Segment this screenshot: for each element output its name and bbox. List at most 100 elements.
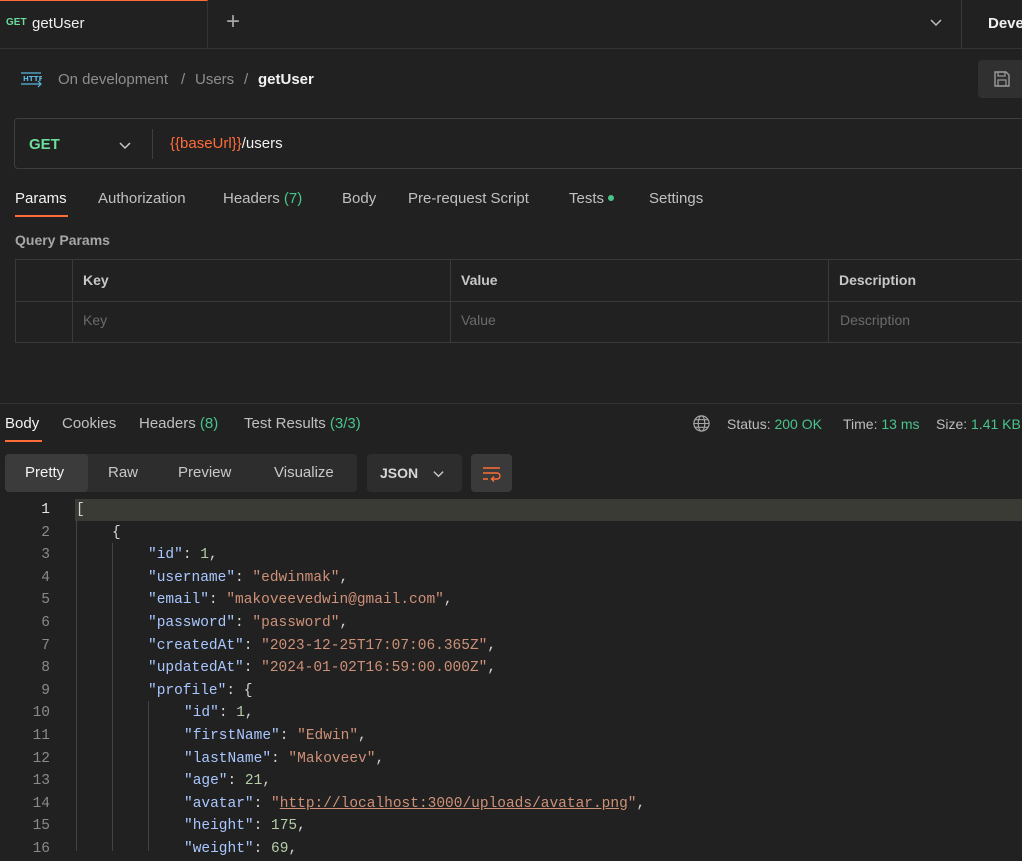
breadcrumb-folder[interactable]: Users <box>195 71 234 88</box>
globe-icon[interactable] <box>692 414 711 433</box>
breadcrumb-current[interactable]: getUser <box>258 71 314 88</box>
json-string: "password" <box>252 615 340 631</box>
code-line: 3 "id": 1, <box>0 544 1022 567</box>
time-indicator[interactable]: Time: 13 ms <box>843 416 920 432</box>
table-row-divider <box>15 301 1022 302</box>
view-preview-button[interactable]: Preview <box>178 464 231 481</box>
table-column-divider <box>828 259 829 343</box>
param-key-input[interactable]: Key <box>83 312 107 328</box>
view-visualize-button[interactable]: Visualize <box>274 464 334 481</box>
param-value-input[interactable]: Value <box>461 312 496 328</box>
json-string: "2023-12-25T17:07:06.365Z" <box>261 637 488 654</box>
code-text: "avatar": "http://localhost:3000/uploads… <box>184 793 645 816</box>
size-value: 1.41 KB <box>971 416 1021 432</box>
code-text: "weight": 69, <box>184 838 297 861</box>
response-tab-cookies[interactable]: Cookies <box>62 415 116 432</box>
json-colon: : <box>218 705 237 722</box>
json-key: "id" <box>148 547 183 564</box>
line-number: 1 <box>41 502 50 518</box>
size-indicator[interactable]: Size: 1.41 KB <box>936 416 1021 432</box>
param-description-input[interactable]: Description <box>840 312 910 328</box>
breadcrumb-collection[interactable]: On development <box>58 71 168 88</box>
line-number: 16 <box>32 841 50 857</box>
code-text: "email": "makoveevedwin@gmail.com", <box>148 589 453 612</box>
save-button[interactable] <box>978 60 1022 98</box>
http-request-icon: HTTP <box>21 72 42 88</box>
tab-settings[interactable]: Settings <box>649 190 703 207</box>
json-comma: , <box>297 818 306 835</box>
url-bar <box>14 118 1022 169</box>
json-colon: : <box>243 660 262 677</box>
response-tab-body[interactable]: Body <box>5 415 39 432</box>
json-key: "weight" <box>184 841 254 857</box>
line-number: 6 <box>41 615 50 631</box>
chevron-down-icon[interactable] <box>118 138 132 152</box>
tab-headers-label: Headers <box>223 190 280 207</box>
view-pretty-button[interactable]: Pretty <box>25 464 64 481</box>
code-line: 8 "updatedAt": "2024-01-02T16:59:00.000Z"… <box>0 657 1022 680</box>
new-tab-plus-icon[interactable]: + <box>226 8 240 36</box>
view-raw-button[interactable]: Raw <box>108 464 138 481</box>
line-number: 13 <box>32 773 50 790</box>
json-key: "updatedAt" <box>148 660 244 677</box>
tabs-dropdown-chevron-icon[interactable] <box>928 14 944 30</box>
json-string: "makoveevedwin@gmail.com" <box>226 592 444 609</box>
json-comma: , <box>636 795 646 812</box>
json-number: 1 <box>200 547 209 564</box>
json-bracket: { <box>112 524 121 541</box>
active-tab-indicator <box>15 215 68 217</box>
json-key: "email" <box>148 592 209 609</box>
tab-params[interactable]: Params <box>15 190 67 207</box>
status-indicator[interactable]: Status: 200 OK <box>727 416 822 432</box>
time-value: 13 ms <box>881 416 920 432</box>
response-tab-headers[interactable]: Headers (8) <box>139 415 218 432</box>
line-number: 12 <box>32 750 50 767</box>
line-number: 14 <box>32 795 50 812</box>
json-key: "age" <box>184 773 228 790</box>
json-link[interactable]: http://localhost:3000/uploads/avatar.png <box>280 796 628 812</box>
json-colon: : <box>182 547 201 564</box>
code-line: 11 "firstName": "Edwin", <box>0 725 1022 748</box>
divider <box>152 129 153 159</box>
url-input[interactable]: {{baseUrl}}/users <box>170 135 283 152</box>
json-number: 175 <box>271 818 298 835</box>
tab-body[interactable]: Body <box>342 190 376 207</box>
code-line: 9 "profile": { <box>0 680 1022 703</box>
json-quote: " <box>627 795 637 812</box>
method-select[interactable]: GET <box>29 136 60 153</box>
json-bracket: { <box>243 682 253 699</box>
code-text: "profile": { <box>148 680 252 703</box>
line-number: 10 <box>32 705 50 722</box>
save-icon <box>994 71 1010 87</box>
tab-authorization[interactable]: Authorization <box>98 190 186 207</box>
pane-divider[interactable] <box>0 403 1022 404</box>
tab-prerequest-script[interactable]: Pre-request Script <box>408 190 529 207</box>
code-line: 6 "password": "password", <box>0 612 1022 635</box>
json-colon: : <box>253 795 272 812</box>
code-text: { <box>112 522 121 545</box>
code-line: 13 "age": 21, <box>0 770 1022 793</box>
code-line: 2{ <box>0 522 1022 545</box>
json-comma: , <box>339 615 349 631</box>
response-tab-test-results[interactable]: Test Results (3/3) <box>244 415 361 432</box>
json-key: "height" <box>184 818 254 835</box>
line-number: 2 <box>41 524 50 541</box>
tests-indicator-dot <box>608 195 615 202</box>
tab-title[interactable]: getUser <box>32 15 85 32</box>
code-text: "createdAt": "2023-12-25T17:07:06.365Z", <box>148 635 496 658</box>
line-number: 5 <box>41 592 50 609</box>
code-line: 7 "createdAt": "2023-12-25T17:07:06.365Z"… <box>0 635 1022 658</box>
tab-tests[interactable]: Tests <box>569 190 615 207</box>
code-text: "lastName": "Makoveev", <box>184 748 384 771</box>
url-variable: {{baseUrl}} <box>170 135 242 152</box>
json-comma: , <box>358 728 367 744</box>
json-colon: : <box>227 773 245 790</box>
code-line: 16 "weight": 69, <box>0 838 1022 861</box>
json-string: "Makoveev" <box>288 750 376 767</box>
environment-selector[interactable]: Deve <box>988 15 1022 32</box>
test-results-count: (3/3) <box>329 415 361 432</box>
json-string: "Edwin" <box>297 728 359 744</box>
tab-headers[interactable]: Headers (7) <box>223 190 302 207</box>
json-comma: , <box>288 841 298 857</box>
json-colon: : <box>226 682 244 699</box>
